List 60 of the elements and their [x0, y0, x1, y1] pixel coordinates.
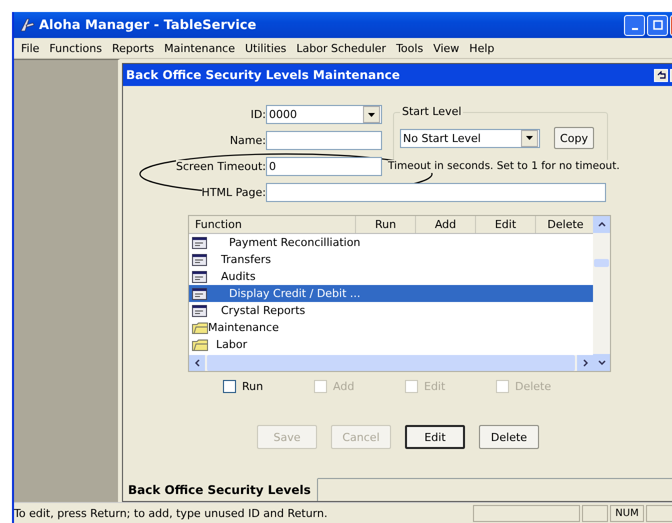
menu-item[interactable]: Utilities: [240, 42, 292, 54]
status-panel: [582, 504, 608, 522]
form-icon: [192, 304, 207, 316]
status-panel: [646, 504, 672, 522]
restore-button[interactable]: [654, 68, 668, 82]
list-row[interactable]: Maintenance: [189, 319, 593, 336]
field-label: ID:: [250, 108, 266, 121]
menu-item[interactable]: View: [428, 42, 464, 54]
form-icon: [192, 270, 207, 282]
group-title: Start Level: [400, 105, 464, 118]
column-header[interactable]: Add: [415, 216, 475, 233]
menu-item[interactable]: Labor Scheduler: [291, 42, 392, 54]
caret-icon: [526, 136, 533, 140]
timeout-field[interactable]: 0: [266, 157, 382, 176]
hint-text: Timeout in seconds. Set to 1 for no timeout.: [388, 160, 620, 173]
id-dropdown[interactable]: 0000: [266, 105, 382, 124]
caret-icon: [368, 112, 375, 116]
list-row[interactable]: Transfers: [189, 251, 593, 268]
status-text: To edit, press Return; to add, type unused ID and Return.: [14, 506, 328, 520]
list-row[interactable]: Display Credit / Debit ...: [189, 285, 593, 302]
menu-item[interactable]: Maintenance: [159, 42, 240, 54]
maximize-button[interactable]: [647, 14, 668, 36]
field-label: Name:: [230, 134, 266, 147]
list-row[interactable]: Payment Reconcilliation: [189, 234, 593, 251]
scrollbar-thumb[interactable]: [594, 259, 609, 267]
html-page-field[interactable]: [266, 183, 606, 202]
list-row[interactable]: Labor: [189, 336, 593, 353]
horizontal-scrollbar[interactable]: [189, 355, 593, 371]
action-button[interactable]: Edit: [405, 425, 465, 449]
field-label: HTML Page:: [202, 186, 266, 199]
permission-checkbox[interactable]: Run: [223, 380, 314, 393]
vertical-scrollbar[interactable]: [593, 216, 610, 371]
column-header[interactable]: Run: [355, 216, 415, 233]
list-row[interactable]: Audits: [189, 268, 593, 285]
minimize-button[interactable]: [624, 14, 645, 36]
app-icon: [19, 18, 35, 32]
form-icon: [192, 288, 207, 300]
form-icon: [192, 236, 207, 248]
menu-item[interactable]: Reports: [106, 42, 160, 54]
folder-icon: [192, 322, 208, 334]
minimize-icon: [632, 28, 638, 30]
menu-item[interactable]: Help: [464, 42, 500, 54]
window-title: Back Office Security Levels Maintenance: [126, 68, 401, 82]
status-indicator: NUM: [610, 504, 644, 522]
window-tab[interactable]: Back Office Security Levels: [123, 478, 318, 501]
window-title: Aloha Manager - TableService: [39, 18, 258, 32]
column-header[interactable]: Function: [189, 216, 355, 233]
folder-icon: [192, 338, 208, 350]
menu-item[interactable]: Functions: [44, 42, 107, 54]
action-button[interactable]: Delete: [479, 425, 539, 449]
maximize-icon: [652, 20, 662, 30]
field-label: Screen Timeout:: [176, 160, 266, 173]
menu-item[interactable]: Tools: [391, 42, 428, 54]
start-level-dropdown[interactable]: No Start Level: [400, 128, 540, 148]
menu-item[interactable]: File: [16, 42, 44, 54]
form-icon: [192, 254, 207, 266]
column-header[interactable]: Edit: [475, 216, 535, 233]
list-row[interactable]: Crystal Reports: [189, 302, 593, 319]
name-field[interactable]: [266, 131, 382, 150]
copy-button[interactable]: Copy: [554, 127, 594, 149]
